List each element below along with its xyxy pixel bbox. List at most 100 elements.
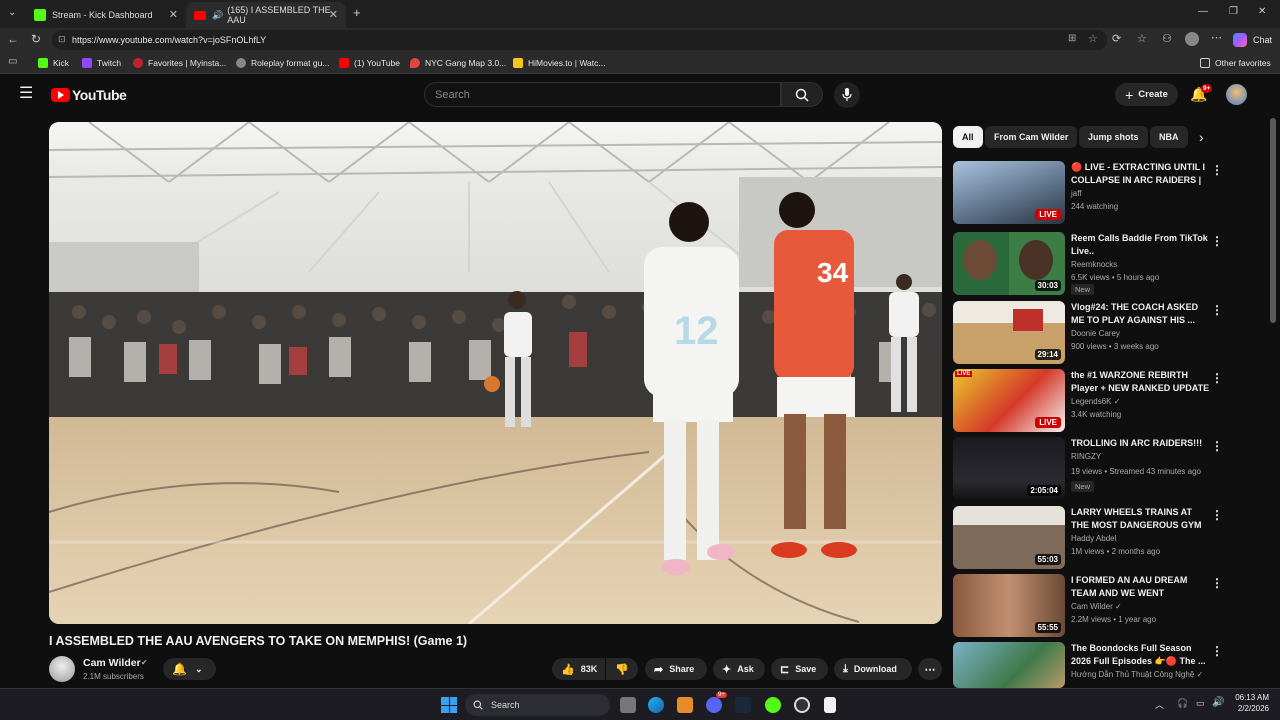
- video-thumbnail[interactable]: 2:05:04: [953, 437, 1065, 500]
- headset-icon[interactable]: 🎧: [1177, 698, 1188, 709]
- back-icon[interactable]: ←: [7, 32, 19, 46]
- refresh-icon[interactable]: ↻: [31, 32, 41, 46]
- recommendation-title[interactable]: TROLLING IN ARC RAIDERS!!!: [1071, 437, 1211, 450]
- recommendation-item[interactable]: 55:55 I FORMED AN AAU DREAM TEAM AND WE …: [953, 574, 1253, 637]
- tray-chevron-icon[interactable]: ︿: [1155, 698, 1164, 711]
- address-bar[interactable]: ⊡ https://www.youtube.com/watch?v=joSFnO…: [52, 30, 1107, 50]
- reader-icon[interactable]: ⊞: [1068, 33, 1076, 44]
- bookmark-youtube[interactable]: (1) YouTube: [339, 56, 400, 70]
- user-avatar[interactable]: [1226, 84, 1247, 105]
- recommendation-title[interactable]: the #1 WARZONE REBIRTH Player + NEW RANK…: [1071, 369, 1211, 395]
- sidebar-toggle-icon[interactable]: ▭: [8, 55, 17, 69]
- app-icon[interactable]: [677, 697, 693, 713]
- chips-next-arrow-icon[interactable]: ›: [1199, 129, 1204, 145]
- bookmark-myinsta[interactable]: Favorites | Myinsta...: [133, 56, 226, 70]
- more-vertical-icon[interactable]: ⋮: [1211, 576, 1223, 590]
- favorite-star-icon[interactable]: ☆: [1088, 32, 1098, 45]
- video-thumbnail[interactable]: [953, 642, 1065, 688]
- bookmark-roleplay[interactable]: Roleplay format gu...: [236, 56, 329, 70]
- channel-name[interactable]: Cam Wilder: [83, 657, 141, 669]
- search-input[interactable]: Search: [424, 82, 781, 107]
- task-view-icon[interactable]: [620, 697, 636, 713]
- like-button[interactable]: 👍 83K: [552, 658, 605, 680]
- video-thumbnail[interactable]: LIVE: [953, 161, 1065, 224]
- video-thumbnail[interactable]: 29:14: [953, 301, 1065, 364]
- recommendation-title[interactable]: Reem Calls Baddie From TikTok Live..: [1071, 232, 1211, 258]
- minimize-icon[interactable]: —: [1198, 5, 1208, 19]
- bookmark-kick[interactable]: Kick: [38, 56, 69, 70]
- recommendation-item[interactable]: LIVE 🔴 LIVE - EXTRACTING UNTIL I COLLAPS…: [953, 161, 1253, 224]
- tab-kick-dashboard[interactable]: Stream - Kick Dashboard ✕: [26, 2, 186, 28]
- more-actions-button[interactable]: ⋯: [918, 658, 942, 680]
- steam-icon[interactable]: [735, 697, 751, 713]
- bookmark-other-favorites[interactable]: Other favorites: [1200, 56, 1271, 70]
- volume-icon[interactable]: 🔊: [1212, 697, 1224, 708]
- more-vertical-icon[interactable]: ⋮: [1211, 303, 1223, 317]
- recommendation-item[interactable]: 29:14 Vlog#24: THE COACH ASKED ME TO PLA…: [953, 301, 1253, 364]
- channel-avatar[interactable]: [49, 656, 75, 682]
- recommendation-title[interactable]: I FORMED AN AAU DREAM TEAM AND WE WENT I…: [1071, 574, 1211, 601]
- chip-all[interactable]: All: [953, 126, 983, 148]
- dislike-button[interactable]: 👎: [606, 658, 638, 680]
- window-close-icon[interactable]: ✕: [1258, 5, 1266, 19]
- voice-search-button[interactable]: [834, 82, 860, 108]
- restore-icon[interactable]: ❐: [1229, 5, 1238, 19]
- recommendation-title[interactable]: Vlog#24: THE COACH ASKED ME TO PLAY AGAI…: [1071, 301, 1211, 327]
- save-button[interactable]: ⊏ Save: [771, 658, 828, 680]
- video-player[interactable]: 12 34: [49, 122, 942, 624]
- create-button[interactable]: + Create: [1115, 83, 1178, 106]
- file-icon[interactable]: [824, 697, 836, 713]
- video-thumbnail[interactable]: 55:55: [953, 574, 1065, 637]
- close-tab-icon[interactable]: ✕: [329, 8, 338, 21]
- bookmark-himovies[interactable]: HiMovies.to | Watc...: [513, 56, 605, 70]
- more-vertical-icon[interactable]: ⋮: [1211, 439, 1223, 453]
- subscription-notifications-button[interactable]: 🔔 ⌄: [163, 658, 216, 680]
- recommendation-item[interactable]: 2:05:04 TROLLING IN ARC RAIDERS!!! RINGZ…: [953, 437, 1253, 500]
- recommendation-item[interactable]: 55:03 LARRY WHEELS TRAINS AT THE MOST DA…: [953, 506, 1253, 569]
- video-thumbnail[interactable]: LIVE LIVE: [953, 369, 1065, 432]
- profile-avatar[interactable]: [1185, 32, 1199, 46]
- bookmark-nyc-gang-map[interactable]: NYC Gang Map 3.0...: [410, 56, 506, 70]
- collections-icon[interactable]: ⚇: [1162, 32, 1172, 46]
- search-button[interactable]: [781, 82, 823, 107]
- bookmark-twitch[interactable]: Twitch: [82, 56, 121, 70]
- extensions-icon[interactable]: ⟳: [1112, 32, 1121, 46]
- taskbar-search[interactable]: Search: [465, 694, 610, 716]
- youtube-logo[interactable]: YouTube: [51, 87, 127, 103]
- chip-from-cam-wilder[interactable]: From Cam Wilder: [985, 126, 1078, 148]
- share-button[interactable]: ➦ Share: [645, 658, 707, 680]
- recommendation-item[interactable]: 30:03 Reem Calls Baddie From TikTok Live…: [953, 232, 1253, 295]
- edge-icon[interactable]: [648, 697, 664, 713]
- more-vertical-icon[interactable]: ⋮: [1211, 644, 1223, 658]
- recommendation-item[interactable]: LIVE LIVE the #1 WARZONE REBIRTH Player …: [953, 369, 1253, 432]
- more-vertical-icon[interactable]: ⋮: [1211, 234, 1223, 248]
- chat-label[interactable]: Chat: [1253, 35, 1272, 45]
- recommendation-title[interactable]: The Boondocks Full Season 2026 Full Epis…: [1071, 642, 1211, 668]
- site-info-icon[interactable]: ⊡: [58, 34, 66, 45]
- speaker-icon[interactable]: 🔊: [212, 10, 223, 21]
- close-tab-icon[interactable]: ✕: [169, 8, 178, 21]
- more-menu-icon[interactable]: ⋯: [1211, 31, 1222, 45]
- more-vertical-icon[interactable]: ⋮: [1211, 508, 1223, 522]
- discord-icon[interactable]: [706, 697, 722, 713]
- xbox-icon[interactable]: [765, 697, 781, 713]
- tab-list-chevron-icon[interactable]: ⌄: [8, 6, 16, 20]
- page-scrollbar-thumb[interactable]: [1270, 118, 1276, 323]
- tab-youtube-video[interactable]: 🔊 (165) I ASSEMBLED THE AAU ✕: [186, 2, 346, 28]
- download-button[interactable]: ⤓ Download: [834, 658, 912, 680]
- recommendation-title[interactable]: 🔴 LIVE - EXTRACTING UNTIL I COLLAPSE IN …: [1071, 161, 1211, 188]
- chip-nba[interactable]: NBA: [1150, 126, 1188, 148]
- more-vertical-icon[interactable]: ⋮: [1211, 163, 1223, 177]
- network-icon[interactable]: ▭: [1196, 698, 1205, 709]
- new-tab-icon[interactable]: +: [353, 6, 361, 20]
- video-thumbnail[interactable]: 30:03: [953, 232, 1065, 295]
- copilot-icon[interactable]: [1233, 33, 1247, 47]
- windows-start-icon[interactable]: [441, 697, 457, 713]
- taskbar-clock[interactable]: 06:13 AM 2/2/2026: [1233, 693, 1269, 713]
- video-thumbnail[interactable]: 55:03: [953, 506, 1065, 569]
- obs-icon[interactable]: [794, 697, 810, 713]
- ask-button[interactable]: ✦ Ask: [713, 658, 765, 680]
- hamburger-menu-icon[interactable]: ☰: [19, 86, 33, 102]
- chip-jump-shots[interactable]: Jump shots: [1079, 126, 1148, 148]
- more-vertical-icon[interactable]: ⋮: [1211, 371, 1223, 385]
